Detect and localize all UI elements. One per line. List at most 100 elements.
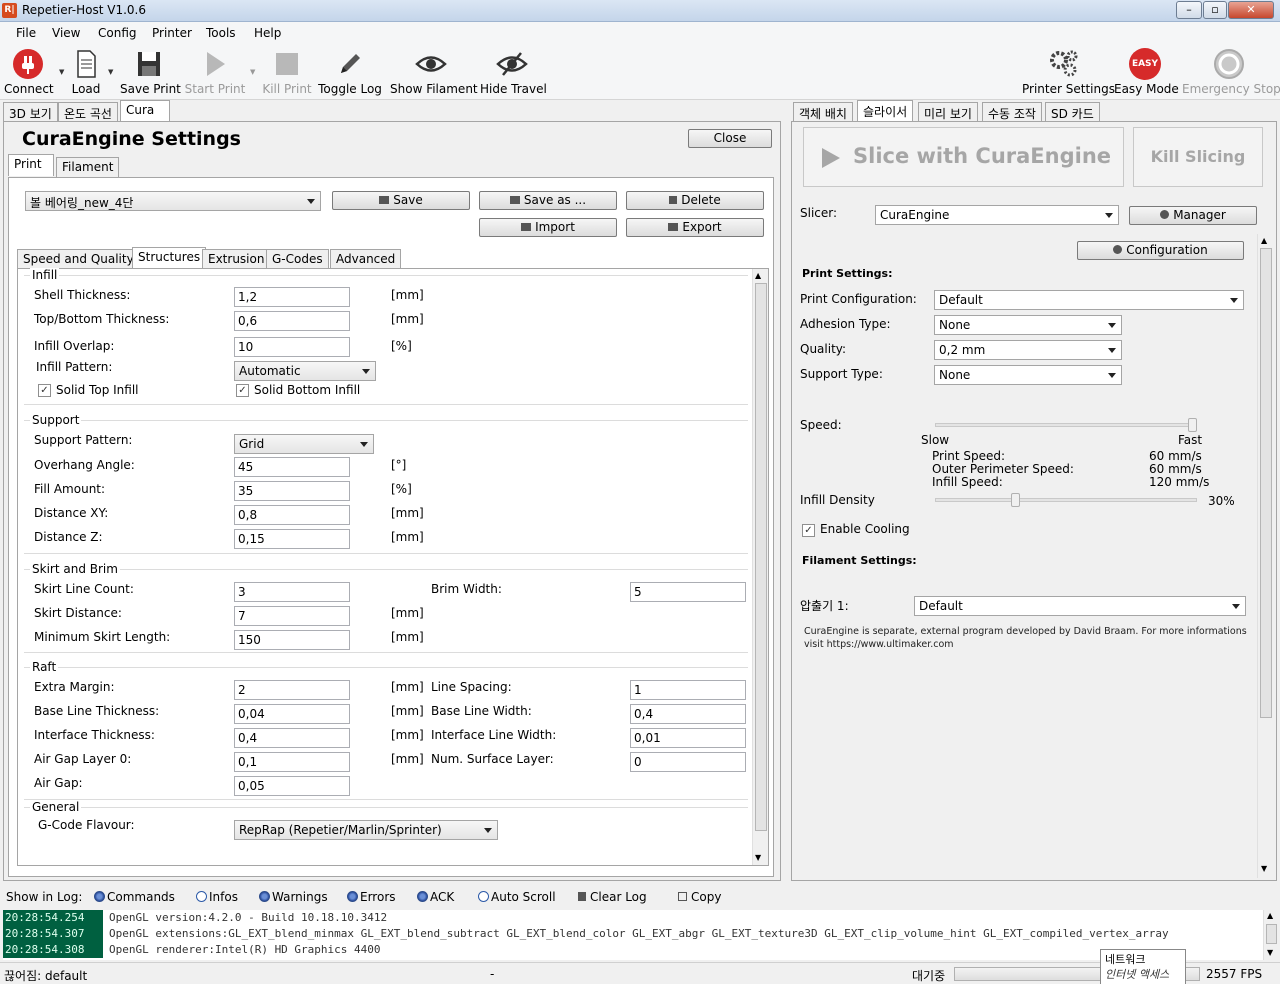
extruder-1-select[interactable]: Default (914, 596, 1246, 616)
kill-slicing-button[interactable]: Kill Slicing (1133, 127, 1263, 187)
print-configuration-select[interactable]: Default (934, 290, 1244, 310)
brim-width-input[interactable]: 5 (630, 582, 746, 602)
solid-top-infill-checkbox[interactable]: ✓ (38, 384, 51, 397)
slicer-select[interactable]: CuraEngine (875, 205, 1119, 225)
log-scrollbar[interactable]: ▲ ▼ (1263, 910, 1278, 960)
adhesion-type-select[interactable]: None (934, 315, 1122, 335)
tab-3d-view[interactable]: 3D 보기 (3, 102, 58, 122)
profile-select[interactable]: 볼 베어링_new_4단 (25, 191, 321, 211)
tab-cura[interactable]: Cura (120, 100, 170, 122)
scroll-down-icon[interactable]: ▼ (1267, 948, 1273, 957)
load-button[interactable]: Load (68, 48, 104, 96)
tab-object-placement[interactable]: 객체 배치 (793, 102, 853, 122)
min-skirt-length-input[interactable]: 150 (234, 630, 350, 650)
easy-mode-button[interactable]: EASY Easy Mode (1114, 48, 1179, 96)
air-gap-layer0-input[interactable]: 0,1 (234, 752, 350, 772)
menu-help[interactable]: Help (254, 26, 281, 40)
base-line-thickness-input[interactable]: 0,04 (234, 704, 350, 724)
line-spacing-input[interactable]: 1 (630, 680, 746, 700)
filter-commands[interactable]: Commands (94, 890, 175, 904)
slicer-scrollbar[interactable]: ▲ ▼ (1257, 234, 1273, 878)
tab-extrusion[interactable]: Extrusion (202, 249, 271, 269)
overhang-angle-input[interactable]: 45 (234, 457, 350, 477)
gcode-flavour-select[interactable]: RepRap (Repetier/Marlin/Sprinter) (234, 820, 498, 840)
save-print-button[interactable]: Save Print (120, 48, 181, 96)
save-button[interactable]: Save (332, 191, 470, 210)
infill-density-slider-thumb[interactable] (1010, 493, 1020, 507)
menu-config[interactable]: Config (98, 26, 137, 40)
infill-overlap-input[interactable]: 10 (234, 337, 350, 357)
show-filament-button[interactable]: Show Filament (390, 48, 478, 96)
load-dropdown-arrow[interactable]: ▼ (108, 68, 113, 76)
tab-print[interactable]: Print (8, 154, 54, 176)
infill-pattern-select[interactable]: Automatic (234, 361, 376, 381)
window-close-button[interactable]: ✕ (1228, 1, 1274, 19)
tab-structures[interactable]: Structures (132, 247, 207, 269)
tab-advanced[interactable]: Advanced (330, 249, 402, 269)
delete-button[interactable]: Delete (626, 191, 764, 210)
toggle-log-button[interactable]: Toggle Log (318, 48, 382, 96)
speed-slider-track[interactable] (935, 423, 1197, 427)
export-button[interactable]: Export (626, 218, 764, 237)
maximize-button[interactable]: ▫ (1203, 1, 1227, 19)
menu-file[interactable]: File (16, 26, 36, 40)
air-gap-input[interactable]: 0,05 (234, 776, 350, 796)
kill-print-button[interactable]: Kill Print (262, 48, 312, 96)
interface-thickness-input[interactable]: 0,4 (234, 728, 350, 748)
tab-slicer[interactable]: 슬라이서 (857, 100, 914, 122)
scroll-down-icon[interactable]: ▼ (755, 853, 761, 862)
speed-slider-thumb[interactable] (1188, 418, 1197, 432)
distance-xy-input[interactable]: 0,8 (234, 505, 350, 525)
support-pattern-select[interactable]: Grid (234, 434, 374, 454)
connect-dropdown-arrow[interactable]: ▼ (59, 68, 64, 76)
copy-button[interactable]: Copy (678, 890, 721, 904)
enable-cooling-checkbox[interactable]: ✓ (802, 524, 815, 537)
distance-z-input[interactable]: 0,15 (234, 529, 350, 549)
extra-margin-input[interactable]: 2 (234, 680, 350, 700)
tab-sd-card[interactable]: SD 카드 (1045, 102, 1100, 122)
scroll-thumb[interactable] (755, 283, 767, 831)
base-line-width-input[interactable]: 0,4 (630, 704, 746, 724)
support-type-select[interactable]: None (934, 365, 1122, 385)
tab-filament[interactable]: Filament (56, 157, 120, 177)
start-print-button[interactable]: Start Print (184, 48, 246, 96)
top-bottom-thickness-input[interactable]: 0,6 (234, 311, 350, 331)
save-as-button[interactable]: Save as ... (479, 191, 617, 210)
fill-amount-input[interactable]: 35 (234, 481, 350, 501)
clear-log-button[interactable]: Clear Log (578, 890, 647, 904)
filter-infos[interactable]: Infos (196, 890, 238, 904)
structures-scrollbar[interactable]: ▲ ▼ (752, 269, 768, 865)
auto-scroll-toggle[interactable]: Auto Scroll (478, 890, 556, 904)
import-button[interactable]: Import (479, 218, 617, 237)
emergency-stop-button[interactable]: Emergency Stop (1182, 48, 1280, 96)
printer-settings-button[interactable]: Printer Settings (1022, 48, 1115, 96)
hide-travel-button[interactable]: Hide Travel (480, 48, 547, 96)
menu-printer[interactable]: Printer (152, 26, 192, 40)
solid-bottom-infill-checkbox[interactable]: ✓ (236, 384, 249, 397)
start-print-dropdown-arrow[interactable]: ▼ (250, 68, 255, 76)
num-surface-layer-input[interactable]: 0 (630, 752, 746, 772)
filter-ack[interactable]: ACK (417, 890, 454, 904)
scroll-up-icon[interactable]: ▲ (755, 271, 761, 280)
skirt-distance-input[interactable]: 7 (234, 606, 350, 626)
infill-density-slider-track[interactable] (935, 498, 1197, 502)
scroll-up-icon[interactable]: ▲ (1261, 236, 1267, 245)
shell-thickness-input[interactable]: 1,2 (234, 287, 350, 307)
menu-view[interactable]: View (52, 26, 80, 40)
tab-speed-and-quality[interactable]: Speed and Quality (17, 249, 140, 269)
tab-temperature-curve[interactable]: 온도 곡선 (58, 102, 118, 122)
log-output[interactable]: 20:28:54.254 OpenGL version:4.2.0 - Buil… (3, 910, 1263, 960)
slice-with-curaengine-button[interactable]: Slice with CuraEngine (803, 127, 1124, 187)
filter-errors[interactable]: Errors (347, 890, 396, 904)
close-button[interactable]: Close (688, 129, 772, 148)
filter-warnings[interactable]: Warnings (259, 890, 328, 904)
minimize-button[interactable]: – (1176, 1, 1202, 19)
tab-g-codes[interactable]: G-Codes (266, 249, 329, 269)
tab-manual-control[interactable]: 수동 조작 (982, 102, 1042, 122)
manager-button[interactable]: Manager (1129, 206, 1257, 225)
scroll-thumb[interactable] (1266, 924, 1277, 944)
menu-tools[interactable]: Tools (206, 26, 236, 40)
tab-preview[interactable]: 미리 보기 (918, 102, 978, 122)
connect-button[interactable]: Connect (4, 48, 54, 96)
interface-line-width-input[interactable]: 0,01 (630, 728, 746, 748)
